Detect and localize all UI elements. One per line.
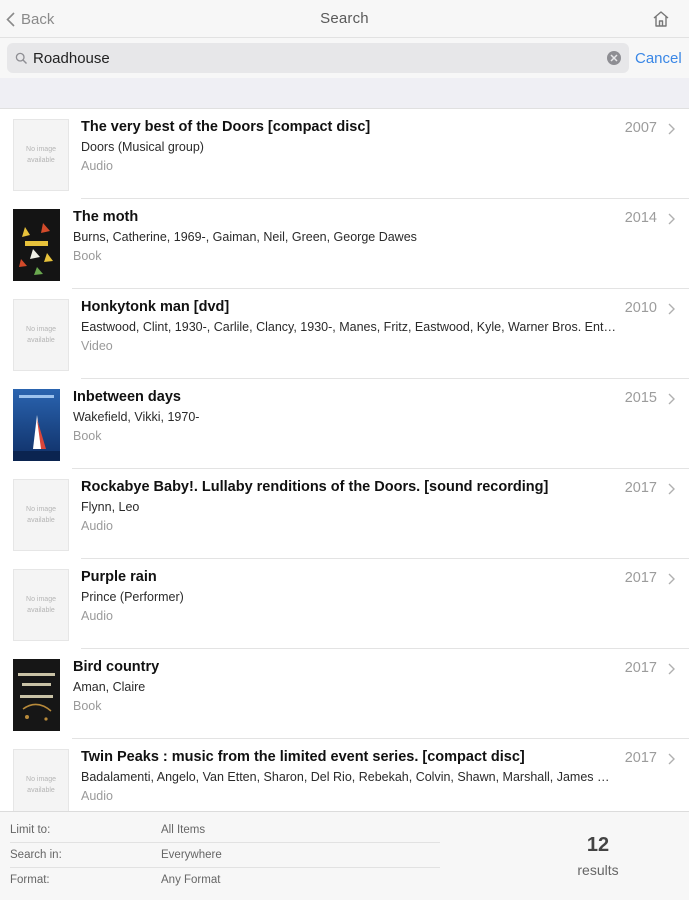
result-row[interactable]: No image available Twin Peaks : music fro… bbox=[0, 739, 689, 811]
chevron-right-icon bbox=[668, 303, 675, 315]
result-count-label: results bbox=[577, 862, 619, 878]
result-author: Badalamenti, Angelo, Van Etten, Sharon, … bbox=[81, 770, 616, 784]
result-format: Book bbox=[73, 429, 102, 443]
home-button[interactable] bbox=[651, 9, 671, 29]
results-list: No image available The very best of the D… bbox=[0, 109, 689, 811]
no-image-placeholder: No image available bbox=[13, 569, 69, 641]
chevron-right-icon bbox=[668, 753, 675, 765]
chevron-right-icon bbox=[668, 573, 675, 585]
filter-label: Search in: bbox=[10, 849, 62, 861]
filter-row-limit[interactable]: Limit to: All Items bbox=[0, 818, 440, 843]
result-format: Audio bbox=[81, 789, 113, 803]
result-title: Twin Peaks : music from the limited even… bbox=[81, 749, 525, 765]
no-image-text: No image available bbox=[26, 776, 56, 794]
result-author: Wakefield, Vikki, 1970- bbox=[73, 410, 200, 424]
result-row[interactable]: Inbetween days Wakefield, Vikki, 1970- Boo… bbox=[0, 379, 689, 469]
result-count: 12 bbox=[586, 834, 610, 856]
result-info: Honkytonk man [dvd] Eastwood, Clint, 1930… bbox=[81, 299, 616, 356]
result-format: Video bbox=[81, 339, 113, 353]
result-year: 2017 bbox=[624, 660, 657, 676]
result-info: Rockabye Baby!. Lullaby renditions of th… bbox=[81, 479, 616, 536]
chevron-right-icon bbox=[668, 213, 675, 225]
result-year: 2017 bbox=[624, 480, 657, 496]
result-row[interactable]: Bird country Aman, Claire Book 2017 bbox=[0, 649, 689, 739]
result-row[interactable]: No image available Honkytonk man [dvd] Eas… bbox=[0, 289, 689, 379]
result-year: 2007 bbox=[624, 120, 657, 136]
result-title: Honkytonk man [dvd] bbox=[81, 299, 230, 315]
result-year: 2010 bbox=[624, 300, 657, 316]
chevron-right-icon bbox=[668, 393, 675, 405]
result-author: Eastwood, Clint, 1930-, Carlile, Clancy,… bbox=[81, 320, 616, 334]
no-image-text: No image available bbox=[26, 596, 56, 614]
result-format: Book bbox=[73, 699, 102, 713]
search-options-footer: Limit to: All Items Search in: Everywher… bbox=[0, 811, 689, 900]
clear-search-button[interactable] bbox=[607, 51, 621, 65]
result-year: 2014 bbox=[624, 210, 657, 226]
result-row[interactable]: No image available Rockabye Baby!. Lullab… bbox=[0, 469, 689, 559]
cover-image bbox=[13, 659, 60, 731]
result-info: Bird country Aman, Claire Book bbox=[73, 659, 608, 716]
result-title: The moth bbox=[73, 209, 139, 225]
result-title: The very best of the Doors [compact disc… bbox=[81, 119, 371, 135]
result-title: Rockabye Baby!. Lullaby renditions of th… bbox=[81, 479, 549, 495]
result-author: Flynn, Leo bbox=[81, 500, 140, 514]
filter-value[interactable]: Everywhere bbox=[161, 849, 222, 861]
section-spacer bbox=[0, 78, 689, 109]
result-row[interactable]: No image available Purple rain Prince (Per… bbox=[0, 559, 689, 649]
result-info: Twin Peaks : music from the limited even… bbox=[81, 749, 616, 806]
magnifier-icon bbox=[15, 52, 27, 64]
filter-label: Format: bbox=[10, 874, 50, 886]
no-image-placeholder: No image available bbox=[13, 479, 69, 551]
result-author: Prince (Performer) bbox=[81, 590, 184, 604]
search-input[interactable] bbox=[33, 47, 603, 69]
result-author: Doors (Musical group) bbox=[81, 140, 204, 154]
no-image-text: No image available bbox=[26, 506, 56, 524]
result-info: Inbetween days Wakefield, Vikki, 1970- Boo… bbox=[73, 389, 608, 446]
result-info: The moth Burns, Catherine, 1969-, Gaiman,… bbox=[73, 209, 608, 266]
filter-row-format[interactable]: Format: Any Format bbox=[0, 868, 440, 893]
result-row[interactable]: No image available The very best of the D… bbox=[0, 109, 689, 199]
result-year: 2015 bbox=[624, 390, 657, 406]
filter-value[interactable]: Any Format bbox=[161, 874, 220, 886]
no-image-placeholder: No image available bbox=[13, 119, 69, 191]
result-title: Purple rain bbox=[81, 569, 157, 585]
filter-label: Limit to: bbox=[10, 824, 51, 836]
filter-row-search-in[interactable]: Search in: Everywhere bbox=[0, 843, 440, 868]
result-info: The very best of the Doors [compact disc… bbox=[81, 119, 616, 176]
result-format: Audio bbox=[81, 159, 113, 173]
no-image-text: No image available bbox=[26, 326, 56, 344]
chevron-right-icon bbox=[668, 663, 675, 675]
search-field bbox=[7, 43, 629, 73]
result-format: Audio bbox=[81, 609, 113, 623]
cancel-button[interactable]: Cancel bbox=[635, 50, 682, 67]
no-image-placeholder: No image available bbox=[13, 299, 69, 371]
no-image-placeholder: No image available bbox=[13, 749, 69, 811]
filter-value[interactable]: All Items bbox=[161, 824, 205, 836]
result-year: 2017 bbox=[624, 750, 657, 766]
cover-image bbox=[13, 389, 60, 461]
search-bar: Cancel bbox=[0, 38, 689, 78]
no-image-text: No image available bbox=[26, 146, 56, 164]
result-title: Bird country bbox=[73, 659, 160, 675]
result-row[interactable]: The moth Burns, Catherine, 1969-, Gaiman,… bbox=[0, 199, 689, 289]
result-author: Aman, Claire bbox=[73, 680, 146, 694]
result-format: Book bbox=[73, 249, 102, 263]
chevron-right-icon bbox=[668, 483, 675, 495]
result-info: Purple rain Prince (Performer) Audio bbox=[81, 569, 616, 626]
result-format: Audio bbox=[81, 519, 113, 533]
cover-image bbox=[13, 209, 60, 281]
clear-circle-icon bbox=[610, 54, 618, 62]
result-author: Burns, Catherine, 1969-, Gaiman, Neil, G… bbox=[73, 230, 417, 244]
chevron-right-icon bbox=[668, 123, 675, 135]
home-icon bbox=[653, 11, 669, 27]
result-title: Inbetween days bbox=[73, 389, 181, 405]
result-year: 2017 bbox=[624, 570, 657, 586]
navigation-bar: Back Search bbox=[0, 0, 689, 38]
page-title: Search bbox=[320, 10, 369, 27]
